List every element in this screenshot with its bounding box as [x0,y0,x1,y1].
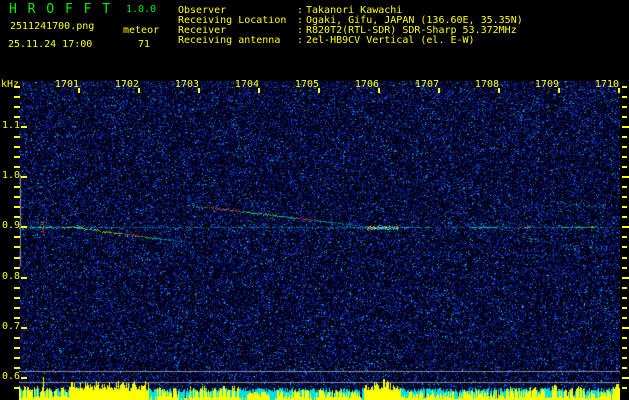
freq-minor-tick-right [622,387,627,389]
station-value: 2el-HB9CV Vertical (el. E-W) [306,35,475,46]
output-filename: 2511241700.png [10,21,95,32]
freq-major-tick-right [622,377,629,379]
hrofft-screen: H R O F F T 1.0.0 2511241700.png meteor … [0,0,629,400]
freq-major-tick-right [622,327,629,329]
freq-minor-tick-right [622,146,627,148]
freq-minor-tick-right [622,367,627,369]
freq-minor-tick-right [622,357,627,359]
freq-major-tick-right [622,126,629,128]
freq-minor-tick-right [622,86,627,88]
freq-minor-tick-right [622,297,627,299]
freq-minor-tick-right [622,216,627,218]
freq-major-tick-right [622,226,629,228]
freq-minor-tick-right [622,246,627,248]
freq-tick-label: 0.6 [1,371,20,382]
station-label: Observer [178,6,227,16]
colon: : [297,35,304,46]
station-info: Observer: Takanori Kawachi Receiving Loca… [178,6,523,46]
freq-minor-tick-right [622,106,627,108]
freq-minor-tick-right [622,307,627,309]
freq-minor-tick-right [622,206,627,208]
freq-major-tick-right [622,176,629,178]
freq-tick-label: 1.0 [1,170,20,181]
freq-minor-tick-right [622,196,627,198]
freq-minor-tick-right [622,337,627,339]
station-row-antenna: Receiving antenna:2el-HB9CV Vertical (el… [178,36,523,46]
freq-minor-tick-right [622,287,627,289]
freq-minor-tick-right [622,116,627,118]
station-label: Receiving Location [178,16,287,26]
freq-minor-tick-right [622,317,627,319]
freq-minor-tick-right [622,136,627,138]
freq-tick-label: 0.9 [1,220,20,231]
freq-tick-label: 1.1 [1,120,20,131]
freq-tick-label: 0.8 [1,271,20,282]
timestamp: 25.11.24 17:00 [8,39,93,50]
station-label: Receiver [178,26,227,36]
freq-minor-tick-right [622,96,627,98]
freq-minor-tick-right [622,186,627,188]
app-version: 1.0.0 [126,4,157,15]
station-label: Receiving antenna [178,36,281,46]
freq-axis-unit: kHz [1,79,20,90]
echo-count: 71 [138,39,151,50]
freq-major-tick-right [622,277,629,279]
mode-label: meteor [123,25,160,36]
freq-minor-tick-right [622,267,627,269]
freq-minor-tick-right [622,236,627,238]
freq-minor-tick-right [622,347,627,349]
spectrogram-canvas [19,81,620,400]
freq-minor-tick-right [622,257,627,259]
freq-minor-tick-right [622,166,627,168]
freq-minor-tick-right [622,156,627,158]
app-title: H R O F F T [9,2,112,17]
freq-tick-label: 0.7 [1,321,20,332]
